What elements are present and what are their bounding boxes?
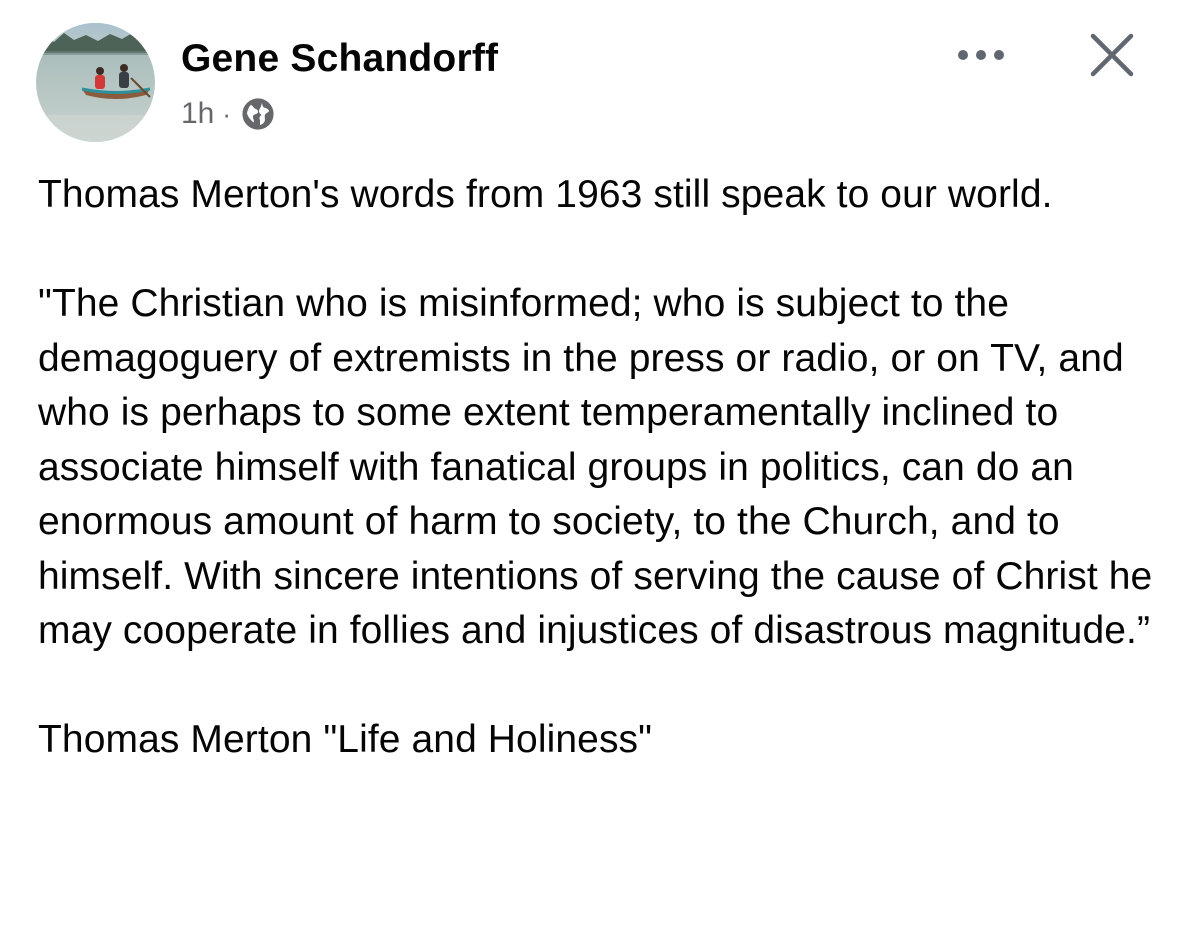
close-icon	[1090, 33, 1134, 77]
post-timestamp[interactable]: 1h	[181, 97, 214, 131]
post-card: Gene Schandorff 1h · Thomas Merton's wor…	[0, 0, 1179, 949]
post-body: Thomas Merton's words from 1963 still sp…	[38, 168, 1153, 768]
author-name[interactable]: Gene Schandorff	[181, 37, 498, 81]
post-meta: 1h ·	[181, 95, 275, 133]
author-avatar[interactable]	[36, 23, 155, 142]
post-attribution-text: Thomas Merton "Life and Holiness"	[38, 718, 653, 761]
more-horizontal-icon	[958, 50, 1004, 60]
avatar-photo	[36, 23, 155, 142]
close-button[interactable]	[1085, 28, 1139, 82]
more-options-button[interactable]	[951, 38, 1011, 72]
post-intro-text: Thomas Merton's words from 1963 still sp…	[38, 173, 1053, 216]
post-quote-text: "The Christian who is misinformed; who i…	[38, 282, 1153, 652]
meta-separator: ·	[222, 98, 232, 129]
globe-icon[interactable]	[241, 97, 275, 131]
